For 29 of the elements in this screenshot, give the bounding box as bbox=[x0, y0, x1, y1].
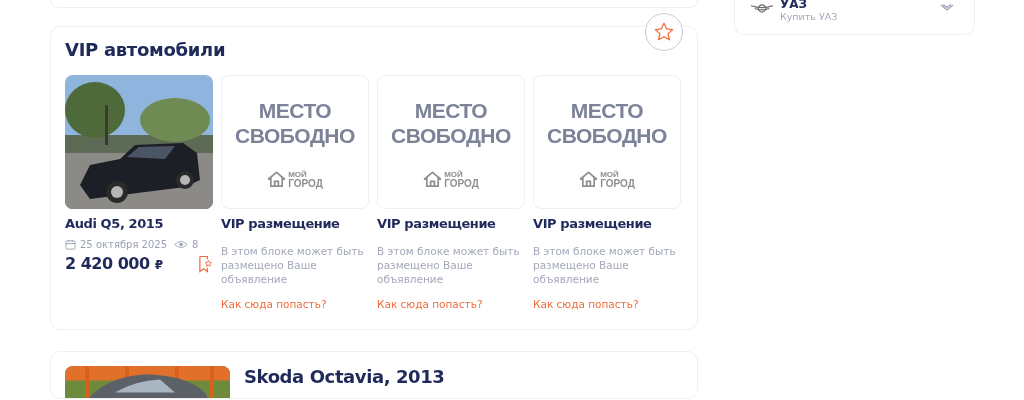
banner-text: МЕСТО СВОБОДНО bbox=[391, 98, 511, 148]
listing-title[interactable]: Skoda Octavia, 2013 bbox=[244, 366, 445, 387]
house-icon bbox=[267, 170, 287, 188]
banner-text: МЕСТО СВОБОДНО bbox=[547, 98, 667, 148]
view-count: 8 bbox=[192, 238, 199, 250]
description: В этом блоке может быть размещено Ваше объявление bbox=[377, 244, 521, 286]
logo-text: МОЙ ГОРОД bbox=[600, 170, 635, 188]
car-title[interactable]: Audi Q5, 2015 bbox=[65, 216, 213, 234]
chevron-down-icon[interactable] bbox=[940, 3, 954, 13]
house-icon bbox=[423, 170, 443, 188]
banner-text: МЕСТО СВОБОДНО bbox=[235, 98, 355, 148]
logo-text: МОЙ ГОРОД bbox=[288, 170, 323, 188]
brand-subtitle: Купить УАЗ bbox=[780, 11, 839, 23]
logo-text: МОЙ ГОРОД bbox=[444, 170, 479, 188]
calendar-icon bbox=[65, 238, 76, 250]
brand-logo-icon bbox=[750, 3, 774, 14]
eye-icon bbox=[174, 239, 189, 249]
bookmark-star-icon[interactable] bbox=[198, 254, 213, 273]
favorite-button[interactable] bbox=[645, 13, 683, 51]
tile-title: VIP размещение bbox=[377, 216, 497, 233]
section-title: VIP автомобили bbox=[65, 39, 227, 62]
tile-title: VIP размещение bbox=[533, 216, 653, 233]
price: 2 420 000 ₽ bbox=[65, 254, 163, 273]
house-icon bbox=[579, 170, 599, 188]
description: В этом блоке может быть размещено Ваше объявление bbox=[221, 244, 365, 286]
description: В этом блоке может быть размещено Ваше объявление bbox=[533, 244, 677, 286]
date-text: 25 октября 2025 bbox=[80, 238, 168, 250]
star-icon bbox=[653, 21, 675, 43]
tile-title: VIP размещение bbox=[221, 216, 341, 233]
